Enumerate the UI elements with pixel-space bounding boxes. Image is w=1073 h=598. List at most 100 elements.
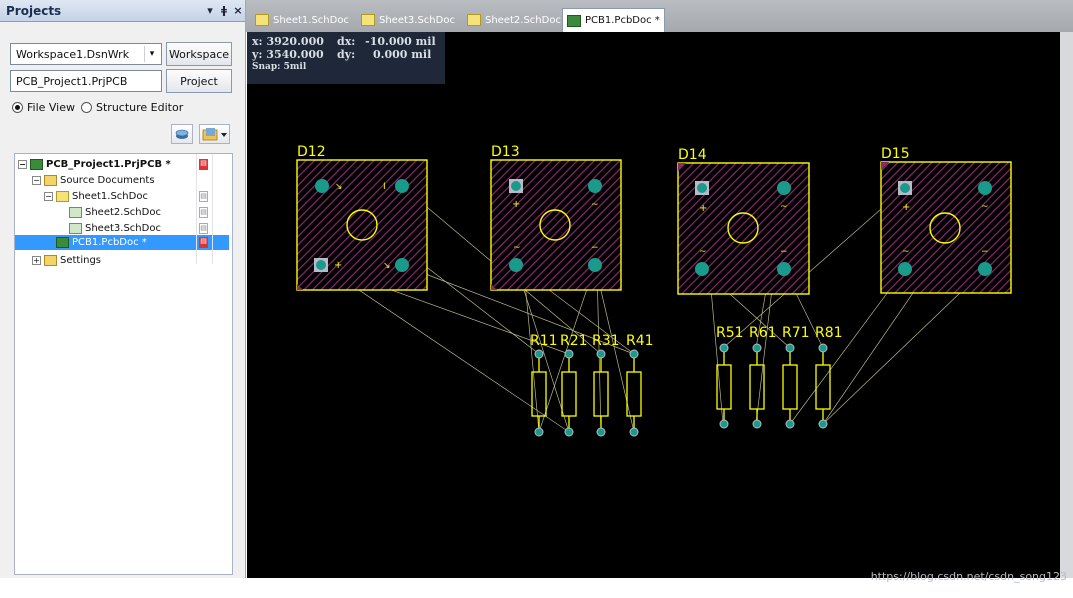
tree-item-sheet3-label: Sheet3.SchDoc [85, 223, 161, 234]
open-folder-icon [202, 128, 227, 141]
schematic-doc-icon [56, 191, 69, 202]
tree-item-pcb1[interactable]: PCB1.PcbDoc * [56, 235, 147, 250]
panel-menu-icon[interactable]: ▾ [203, 4, 217, 17]
tree-item-project-label: PCB_Project1.PrjPCB * [46, 159, 171, 170]
label-d15: D15 [881, 146, 910, 162]
sheet-symbol-icon [69, 207, 82, 218]
resistor-pads-1 [534, 349, 639, 437]
svg-text:~: ~ [513, 243, 521, 253]
tab-sheet1-label: Sheet1.SchDoc [273, 14, 349, 26]
component-d14: + ~ ~ − D14 [677, 147, 810, 295]
vertical-scrollbar[interactable] [1060, 32, 1073, 578]
tree-item-project[interactable]: − PCB_Project1.PrjPCB * [18, 157, 171, 172]
workspace-select[interactable]: Workspace1.DsnWrk ▾ [10, 43, 162, 65]
tree-item-source-documents-label: Source Documents [60, 175, 155, 186]
panel-pin-icon[interactable]: ǂ [217, 4, 231, 17]
watermark: https://blog.csdn.net/csdn_song123 [870, 570, 1067, 583]
svg-text:↘: ↘ [383, 261, 391, 271]
panel-title: Projects [6, 3, 62, 18]
svg-text:+: + [334, 260, 342, 271]
resistors-group-2 [716, 349, 831, 424]
tab-sheet2-label: Sheet2.SchDoc [485, 14, 561, 26]
svg-text:I: I [383, 182, 386, 192]
pcb-editor-canvas[interactable]: x: 3920.000 dx: -10.000 mil y: 3540.000 … [247, 32, 1060, 578]
tree-column-divider [212, 154, 213, 264]
tab-sheet1[interactable]: Sheet1.SchDoc [251, 10, 353, 30]
tab-sheet3-label: Sheet3.SchDoc [379, 14, 455, 26]
svg-text:−: − [591, 243, 599, 253]
resistor-pads-2 [719, 343, 828, 429]
open-folder-menu-icon[interactable] [199, 124, 230, 144]
collapse-icon[interactable]: − [32, 176, 41, 185]
sheet-symbol-icon [69, 223, 82, 234]
label-r31: R31 [592, 333, 620, 349]
schematic-doc-icon [255, 14, 269, 26]
svg-text:~: ~ [699, 247, 707, 257]
document-icon: ▤ [199, 207, 208, 218]
svg-text:+: + [902, 202, 910, 213]
schematic-doc-icon [361, 14, 375, 26]
tree-item-sheet1[interactable]: − Sheet1.SchDoc [44, 189, 148, 204]
document-icon: ▤ [199, 223, 208, 234]
projects-panel-header: Projects ▾ ǂ × [0, 0, 245, 22]
structure-editor-radio[interactable] [81, 102, 93, 113]
layers-icon-glyph [175, 129, 189, 139]
tree-item-source-documents[interactable]: − Source Documents [32, 173, 155, 188]
project-tree: − PCB_Project1.PrjPCB * ▤ − Source Docum… [14, 153, 233, 575]
label-r11: R11 [530, 333, 558, 349]
pcb-doc-icon [56, 237, 69, 248]
tab-pcb1[interactable]: PCB1.PcbDoc * [562, 8, 665, 32]
workspace-button[interactable]: Workspace [166, 42, 232, 66]
tree-item-settings[interactable]: + Settings [32, 253, 101, 268]
label-d14: D14 [678, 147, 707, 163]
expand-icon[interactable]: + [32, 256, 41, 265]
tab-pcb1-label: PCB1.PcbDoc * [585, 15, 660, 26]
svg-text:~: ~ [780, 202, 788, 212]
structure-editor-label[interactable]: Structure Editor [96, 101, 183, 114]
pcb-project-icon [30, 159, 43, 170]
label-d12: D12 [297, 144, 326, 160]
folder-icon [44, 175, 57, 186]
schematic-doc-icon [467, 14, 481, 26]
label-r21: R21 [560, 333, 588, 349]
file-view-radio[interactable] [12, 102, 23, 113]
label-r51: R51 [716, 325, 744, 341]
document-tabs: Sheet1.SchDoc Sheet3.SchDoc Sheet2.SchDo… [246, 0, 1073, 32]
svg-text:+: + [512, 199, 520, 210]
svg-text:~: ~ [981, 202, 989, 212]
label-r71: R71 [782, 325, 810, 341]
panel-close-icon[interactable]: × [231, 4, 245, 17]
view-mode-radios: File View Structure Editor [12, 101, 183, 114]
layers-icon[interactable] [171, 124, 193, 144]
component-d15: + ~ ~ − D15 [880, 146, 1012, 294]
label-r41: R41 [626, 333, 654, 349]
label-r81: R81 [815, 325, 843, 341]
svg-text:↘: ↘ [335, 182, 343, 192]
tree-item-sheet2-label: Sheet2.SchDoc [85, 207, 161, 218]
projects-panel: Projects ▾ ǂ × Workspace1.DsnWrk ▾ Works… [0, 0, 246, 578]
svg-text:~: ~ [591, 200, 599, 210]
modified-document-icon: ▤ [199, 159, 208, 170]
collapse-icon[interactable]: − [18, 160, 27, 169]
pcb-doc-icon [567, 14, 581, 27]
tree-item-sheet3[interactable]: Sheet3.SchDoc [69, 221, 161, 236]
project-field[interactable]: PCB_Project1.PrjPCB [10, 70, 162, 92]
tree-column-divider [196, 154, 197, 264]
svg-text:−: − [981, 247, 989, 257]
tree-item-sheet2[interactable]: Sheet2.SchDoc [69, 205, 161, 220]
tab-sheet3[interactable]: Sheet3.SchDoc [357, 10, 459, 30]
tree-item-pcb1-label: PCB1.PcbDoc * [72, 237, 147, 248]
folder-icon [44, 255, 57, 266]
collapse-icon[interactable]: − [44, 192, 53, 201]
label-d13: D13 [491, 144, 520, 160]
file-view-label[interactable]: File View [27, 101, 75, 114]
tree-item-settings-label: Settings [60, 255, 102, 266]
tree-item-sheet1-label: Sheet1.SchDoc [72, 191, 148, 202]
svg-text:~: ~ [902, 247, 910, 257]
workspace-select-value: Workspace1.DsnWrk [16, 47, 130, 61]
tab-sheet2[interactable]: Sheet2.SchDoc [463, 10, 565, 30]
chevron-down-icon[interactable]: ▾ [144, 46, 159, 62]
project-button[interactable]: Project [166, 69, 232, 93]
document-icon: ▤ [199, 191, 208, 202]
component-d12: + ↘ I ↘ D12 [296, 144, 428, 291]
